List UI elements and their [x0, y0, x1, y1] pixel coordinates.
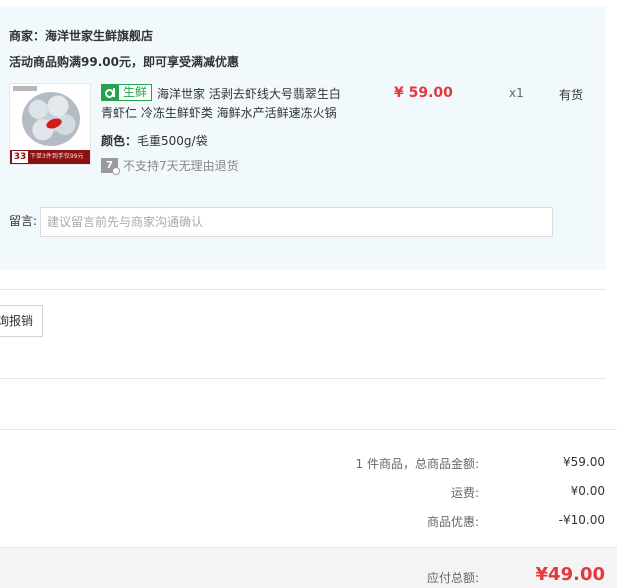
- divider: [0, 429, 617, 430]
- store-order-panel: 商家：海洋世家生鲜旗舰店 活动商品购满99.00元，即可享受满减优惠 33 下单…: [0, 6, 606, 270]
- fresh-logo-icon: [102, 85, 119, 100]
- attribute-value: 毛重500g/袋: [137, 134, 208, 148]
- total-bar: 应付总额: ¥49.00: [0, 547, 617, 588]
- discount-value: -¥10.00: [558, 513, 605, 527]
- invoice-button[interactable]: 询报销: [0, 305, 43, 337]
- product-title-line-2[interactable]: 青虾仁 冷冻生鲜虾类 海鲜水产活鲜速冻火锅: [101, 104, 337, 121]
- attribute-label: 颜色：: [101, 134, 138, 148]
- promo-banner-text: 下单3件到手仅99元: [30, 153, 84, 160]
- no-return-notice: 7 不支持7天无理由退货: [101, 157, 239, 175]
- product-title-line-1[interactable]: 海洋世家 活剥去虾线大号翡翠生白: [157, 85, 341, 102]
- promo-banner: 33 下单3件到手仅99元: [10, 150, 90, 164]
- subtotal-value: ¥59.00: [563, 455, 605, 469]
- fresh-badge-label: 生鲜: [123, 85, 148, 99]
- merchant-name[interactable]: 商家：海洋世家生鲜旗舰店: [9, 27, 153, 44]
- item-count-label: 1 件商品，总商品金额:: [356, 455, 480, 472]
- product-attribute: 颜色：毛重500g/袋: [101, 132, 208, 149]
- divider: [0, 289, 606, 290]
- total-label: 应付总额:: [426, 571, 479, 585]
- fresh-badge: 生鲜: [101, 84, 153, 101]
- item-count-suffix: 件商品，总商品金额:: [363, 457, 479, 471]
- message-label: 留言:: [9, 214, 38, 228]
- total-value: ¥49.00: [535, 564, 605, 585]
- no-return-text: 不支持7天无理由退货: [123, 159, 239, 173]
- shipping-label: 运费:: [450, 486, 479, 500]
- stock-status: 有货: [559, 88, 584, 102]
- shipping-value: ¥0.00: [570, 484, 605, 498]
- brand-logo: [13, 86, 37, 91]
- product-quantity: x1: [509, 86, 524, 100]
- promo-text: 活动商品购满99.00元，即可享受满减优惠: [9, 55, 239, 69]
- discount-label: 商品优惠:: [426, 515, 479, 529]
- divider: [0, 378, 606, 379]
- product-price: ¥ 59.00: [394, 85, 453, 101]
- promo-banner-number: 33: [12, 151, 28, 163]
- no-return-icon: 7: [101, 158, 120, 175]
- message-input[interactable]: [40, 207, 553, 237]
- item-count: 1: [355, 457, 364, 471]
- product-thumbnail[interactable]: 33 下单3件到手仅99元: [9, 83, 91, 165]
